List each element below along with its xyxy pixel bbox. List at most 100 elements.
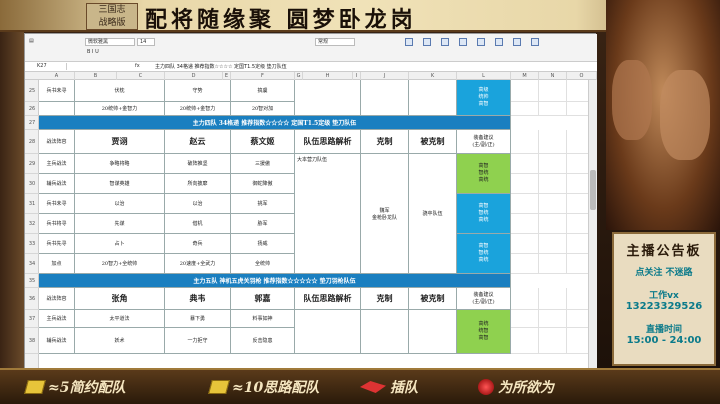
cell-f34[interactable]: 全统帅 [231, 254, 295, 274]
cell-empty-5-1[interactable] [539, 174, 567, 194]
cell-f25[interactable]: 搞虞 [231, 80, 295, 102]
cell-h29[interactable]: 大本营刀队伍 [295, 154, 361, 274]
row-header-32[interactable]: 32 [25, 214, 39, 234]
cell-empty-3-0[interactable] [511, 130, 539, 154]
col-header-H[interactable]: H [303, 72, 353, 80]
cell-empty-1-0[interactable] [511, 102, 539, 116]
font-size-select[interactable]: 14 [137, 38, 155, 46]
cell-h36[interactable]: 队伍思路解析 [295, 288, 361, 310]
cell-l28[interactable]: 装备建议 (主/副/正) [457, 130, 511, 154]
cell-f37[interactable]: 料事如神 [231, 310, 295, 328]
cell-l37[interactable]: 高统 统智 高智 [457, 310, 511, 354]
cell-d36[interactable]: 典韦 [165, 288, 231, 310]
cell-j28[interactable]: 克制 [361, 130, 409, 154]
cell-j25[interactable] [361, 80, 409, 116]
sheet-grid[interactable]: 兵书未寻 伏枕 守势 搞虞 高级 统帅 高智 20统帅+金智力 20统帅+金智力 20智对加 主力四… [39, 80, 597, 370]
row-header-38[interactable]: 38 [25, 328, 39, 354]
cell-empty-11-0[interactable] [511, 288, 539, 310]
row-header-31[interactable]: 31 [25, 194, 39, 214]
cell-empty-9-0[interactable] [511, 254, 539, 274]
cell-a29[interactable]: 主兵战法 [39, 154, 75, 174]
col-header-A[interactable]: A [39, 72, 75, 80]
cell-j29[interactable]: 魏军 金枪卧龙队 [361, 154, 409, 274]
cell-empty-4-1[interactable] [539, 154, 567, 174]
col-header-L[interactable]: L [457, 72, 511, 80]
cell-empty-9-1[interactable] [539, 254, 567, 274]
cell-l33[interactable]: 高智 智统 高统 [457, 234, 511, 274]
cell-empty-7-1[interactable] [539, 214, 567, 234]
row-col-icon[interactable] [513, 38, 521, 46]
bold-button[interactable]: B I U [87, 49, 99, 55]
col-header-G[interactable]: G [295, 72, 303, 80]
cell-f32[interactable]: 胁军 [231, 214, 295, 234]
cell-d30[interactable]: 所向披靡 [165, 174, 231, 194]
cell-d25[interactable]: 守势 [165, 80, 231, 102]
cell-d31[interactable]: 以治 [165, 194, 231, 214]
cell-d37[interactable]: 暴下勇 [165, 310, 231, 328]
cell-a34[interactable]: 加点 [39, 254, 75, 274]
cell-a36[interactable]: 战法阵容 [39, 288, 75, 310]
cell-h25[interactable] [295, 80, 361, 116]
cell-k25[interactable] [409, 80, 457, 116]
number-format-select[interactable]: 常规 [315, 38, 355, 46]
col-header-E[interactable]: E [223, 72, 231, 80]
paste-button[interactable]: ▤ [29, 38, 34, 44]
cell-l29[interactable]: 高智 智统 高统 [457, 154, 511, 194]
cell-f29[interactable]: 三援傲 [231, 154, 295, 174]
sum-icon[interactable] [441, 38, 449, 46]
table-style-icon[interactable] [423, 38, 431, 46]
cell-f31[interactable]: 挑军 [231, 194, 295, 214]
cell-d28[interactable]: 赵云 [165, 130, 231, 154]
team5-banner[interactable]: 主力五队 神机五虎关羽枪 推荐指数☆☆☆☆☆ 垫刀羽枪队伍 [39, 274, 511, 288]
cell-d33[interactable]: 奇兵 [165, 234, 231, 254]
cell-l31[interactable]: 高智 智统 高统 [457, 194, 511, 234]
row-header-28[interactable]: 28 [25, 130, 39, 154]
cell-b38[interactable]: 妖术 [75, 328, 165, 354]
col-header-I[interactable]: I [353, 72, 361, 80]
cell-b30[interactable]: 智谋英雄 [75, 174, 165, 194]
row-header-34[interactable]: 34 [25, 254, 39, 274]
filter-icon[interactable] [459, 38, 467, 46]
cell-b28[interactable]: 贾诩 [75, 130, 165, 154]
cell-b37[interactable]: 太平道法 [75, 310, 165, 328]
sort-icon[interactable] [477, 38, 485, 46]
col-header-B[interactable]: B [75, 72, 117, 80]
cell-l36[interactable]: 装备建议 (主/副/正) [457, 288, 511, 310]
cell-empty-13-0[interactable] [511, 328, 539, 354]
col-header-C[interactable]: C [117, 72, 165, 80]
row-header-36[interactable]: 36 [25, 288, 39, 310]
cell-empty-8-0[interactable] [511, 234, 539, 254]
fill-icon[interactable] [495, 38, 503, 46]
col-header-M[interactable]: M [511, 72, 539, 80]
font-select[interactable]: 微软雅黑 [85, 38, 135, 46]
cell-empty-3-1[interactable] [539, 130, 567, 154]
cell-a31[interactable]: 兵书未寻 [39, 194, 75, 214]
row-header-33[interactable]: 33 [25, 234, 39, 254]
cell-k37[interactable] [409, 310, 457, 354]
cell-empty-8-1[interactable] [539, 234, 567, 254]
col-header-K[interactable]: K [409, 72, 457, 80]
cell-f26[interactable]: 20智对加 [231, 102, 295, 116]
cell-f38[interactable]: 反击隐患 [231, 328, 295, 354]
cell-j36[interactable]: 克制 [361, 288, 409, 310]
cell-b29[interactable]: 争略将略 [75, 154, 165, 174]
formula-input[interactable]: 主力四队 34格递 推荐指数☆☆☆☆ 定国T1.5定级 垫刀队伍 [155, 63, 287, 70]
conditional-format-icon[interactable] [405, 38, 413, 46]
cell-b31[interactable]: 以治 [75, 194, 165, 214]
cell-empty-5-0[interactable] [511, 174, 539, 194]
cell-b34[interactable]: 20智力+全统帅 [75, 254, 165, 274]
cell-j37[interactable] [361, 310, 409, 354]
cell-k36[interactable]: 被克制 [409, 288, 457, 310]
cell-h37[interactable] [295, 310, 361, 354]
col-header-N[interactable]: N [539, 72, 567, 80]
row-header-27[interactable]: 27 [25, 116, 39, 130]
cell-empty-12-0[interactable] [511, 310, 539, 328]
cell-f30[interactable]: 御蛇降傲 [231, 174, 295, 194]
row-header-29[interactable]: 29 [25, 154, 39, 174]
cell-empty-7-0[interactable] [511, 214, 539, 234]
cell-d26[interactable]: 20统帅+金智力 [165, 102, 231, 116]
cell-d38[interactable]: 一力拒守 [165, 328, 231, 354]
row-header-37[interactable]: 37 [25, 310, 39, 328]
cell-empty-12-1[interactable] [539, 310, 567, 328]
cell-empty-1-1[interactable] [539, 102, 567, 116]
